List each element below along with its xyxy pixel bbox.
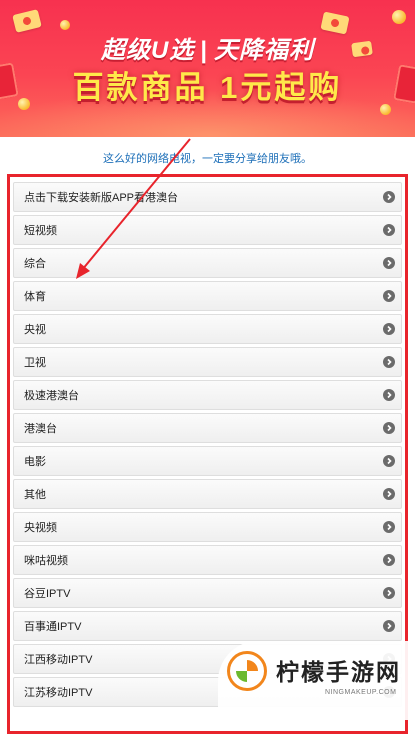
list-item-label: 央视频 <box>24 522 57 534</box>
site-watermark: 柠檬手游网 NINGMAKEUP.COM <box>218 641 415 720</box>
list-item-label: 点击下载安装新版APP看港澳台 <box>24 192 179 204</box>
list-item-label: 卫视 <box>24 357 46 369</box>
list-item[interactable]: 咪咕视频 <box>13 545 402 575</box>
lemon-logo-icon <box>227 651 267 691</box>
channel-list: 点击下载安装新版APP看港澳台 短视频 综合 体育 央视 卫视 极速港澳台 港澳… <box>13 182 402 710</box>
chevron-right-icon <box>383 422 395 434</box>
chevron-right-icon <box>383 455 395 467</box>
list-item[interactable]: 央视频 <box>13 512 402 542</box>
list-item[interactable]: 综合 <box>13 248 402 278</box>
chevron-right-icon <box>383 257 395 269</box>
list-item-label: 电影 <box>24 456 46 468</box>
watermark-title: 柠檬手游网 <box>276 659 401 685</box>
list-item-label: 央视 <box>24 324 46 336</box>
chevron-right-icon <box>383 290 395 302</box>
chevron-right-icon <box>383 620 395 632</box>
list-item[interactable]: 电影 <box>13 446 402 476</box>
coin-icon <box>60 20 70 30</box>
chevron-right-icon <box>383 323 395 335</box>
banner-brand-text: 超级U选 <box>100 37 195 64</box>
list-item-label: 极速港澳台 <box>24 390 79 402</box>
list-item-label: 短视频 <box>24 225 57 237</box>
list-item-label: 谷豆IPTV <box>24 588 71 600</box>
chevron-right-icon <box>383 356 395 368</box>
chevron-right-icon <box>383 389 395 401</box>
chevron-right-icon <box>383 191 395 203</box>
list-item-label: 港澳台 <box>24 423 57 435</box>
list-item-label: 其他 <box>24 489 46 501</box>
list-item-label: 咪咕视频 <box>24 555 68 567</box>
chevron-right-icon <box>383 488 395 500</box>
chevron-right-icon <box>383 587 395 599</box>
banner-separator: | <box>200 37 209 64</box>
coin-icon <box>392 10 406 24</box>
list-item[interactable]: 其他 <box>13 479 402 509</box>
list-item-label: 综合 <box>24 258 46 270</box>
share-tip: 这么好的网络电视，一定要分享给朋友哦。 <box>103 153 312 165</box>
list-item[interactable]: 短视频 <box>13 215 402 245</box>
list-item[interactable]: 点击下载安装新版APP看港澳台 <box>13 182 402 212</box>
list-item-label: 百事通IPTV <box>24 621 82 633</box>
watermark-url: NINGMAKEUP.COM <box>325 689 397 696</box>
list-item-label: 江西移动IPTV <box>24 654 93 666</box>
list-item-label: 江苏移动IPTV <box>24 687 93 699</box>
banner-offer-text: 天降福利 <box>214 37 315 64</box>
list-item[interactable]: 极速港澳台 <box>13 380 402 410</box>
chevron-right-icon <box>383 554 395 566</box>
list-item[interactable]: 央视 <box>13 314 402 344</box>
banner-subheadline: 百款商品 1元起购 <box>72 70 343 105</box>
list-item[interactable]: 体育 <box>13 281 402 311</box>
list-item[interactable]: 港澳台 <box>13 413 402 443</box>
promo-banner[interactable]: 超级U选 | 天降福利 百款商品 1元起购 <box>0 0 415 137</box>
list-item[interactable]: 卫视 <box>13 347 402 377</box>
list-item[interactable]: 谷豆IPTV <box>13 578 402 608</box>
chevron-right-icon <box>383 521 395 533</box>
banner-headline: 超级U选 | 天降福利 <box>0 30 415 65</box>
list-item[interactable]: 百事通IPTV <box>13 611 402 641</box>
list-item-label: 体育 <box>24 291 46 303</box>
chevron-right-icon <box>383 224 395 236</box>
